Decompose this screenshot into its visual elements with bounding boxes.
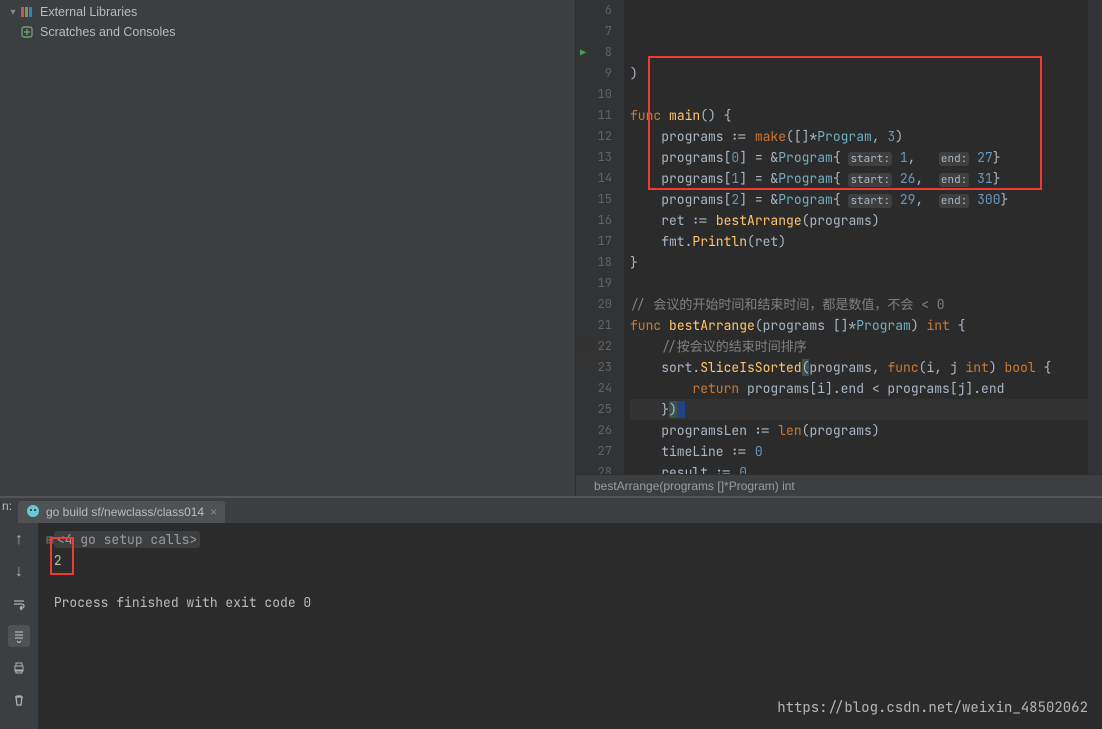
code-line[interactable] <box>630 273 1088 294</box>
code-line[interactable]: }) <box>630 399 1088 420</box>
code-line[interactable]: result := 0 <box>630 462 1088 474</box>
line-number[interactable]: 7 <box>576 21 612 42</box>
code-line[interactable]: fmt.Println(ret) <box>630 231 1088 252</box>
code-line[interactable]: ret := bestArrange(programs) <box>630 210 1088 231</box>
line-number[interactable]: 27 <box>576 441 612 462</box>
line-number[interactable]: 22 <box>576 336 612 357</box>
editor-scrollbar[interactable] <box>1088 0 1102 474</box>
go-icon <box>26 504 40 521</box>
down-arrow-icon[interactable]: ↓ <box>8 561 30 583</box>
line-number-gutter[interactable]: 678▶910111213141516171819202122232425262… <box>576 0 624 474</box>
line-number[interactable]: 17 <box>576 231 612 252</box>
line-number[interactable]: 15 <box>576 189 612 210</box>
code-editor[interactable]: 678▶910111213141516171819202122232425262… <box>576 0 1102 496</box>
line-number[interactable]: 25 <box>576 399 612 420</box>
soft-wrap-icon[interactable] <box>8 593 30 615</box>
line-number[interactable]: 16 <box>576 210 612 231</box>
line-number[interactable]: 24 <box>576 378 612 399</box>
line-number[interactable]: 23 <box>576 357 612 378</box>
trash-icon[interactable] <box>8 689 30 711</box>
code-line[interactable]: timeLine := 0 <box>630 441 1088 462</box>
code-area[interactable]: ) func main() { programs := make([]*Prog… <box>624 0 1088 474</box>
code-line[interactable]: func bestArrange(programs []*Program) in… <box>630 315 1088 336</box>
line-number[interactable]: 12 <box>576 126 612 147</box>
tree-item-external-libraries[interactable]: ▾ External Libraries <box>0 2 575 22</box>
console-line-output: 2 <box>46 550 1102 571</box>
code-line[interactable] <box>630 84 1088 105</box>
tree-item-label: External Libraries <box>40 5 137 19</box>
watermark: https://blog.csdn.net/weixin_48502062 <box>777 698 1088 719</box>
chevron-down-icon: ▾ <box>8 7 18 18</box>
line-number[interactable]: 20 <box>576 294 612 315</box>
code-line[interactable]: } <box>630 252 1088 273</box>
run-gutter-icon[interactable]: ▶ <box>576 42 586 63</box>
run-tab[interactable]: go build sf/newclass/class014 × <box>18 501 225 523</box>
code-line[interactable]: programsLen := len(programs) <box>630 420 1088 441</box>
scratch-icon <box>20 25 34 39</box>
run-tab-bar[interactable]: n: go build sf/newclass/class014 × <box>0 498 1102 523</box>
code-line[interactable]: programs[1] = &Program{ start: 26, end: … <box>630 168 1088 189</box>
console-toolbar[interactable]: ↑ ↓ <box>0 523 38 729</box>
project-tree[interactable]: ▾ External Libraries Scratches and Conso… <box>0 0 576 496</box>
code-line[interactable]: programs[2] = &Program{ start: 29, end: … <box>630 189 1088 210</box>
line-number[interactable]: 11 <box>576 105 612 126</box>
line-number[interactable]: 26 <box>576 420 612 441</box>
side-label: n: <box>2 499 12 513</box>
code-line[interactable]: // 会议的开始时间和结束时间，都是数值，不会 < 0 <box>630 294 1088 315</box>
line-number[interactable]: 9 <box>576 63 612 84</box>
line-number[interactable]: 8▶ <box>576 42 612 63</box>
folded-region[interactable]: <4 go setup calls> <box>54 531 200 548</box>
code-line[interactable]: sort.SliceIsSorted(programs, func(i, j i… <box>630 357 1088 378</box>
code-line[interactable]: programs[0] = &Program{ start: 1, end: 2… <box>630 147 1088 168</box>
console-output[interactable]: ⊞<4 go setup calls> 2 Process finished w… <box>38 523 1102 729</box>
breadcrumb[interactable]: bestArrange(programs []*Program) int <box>576 474 1102 496</box>
print-icon[interactable] <box>8 657 30 679</box>
close-icon[interactable]: × <box>210 505 217 519</box>
line-number[interactable]: 10 <box>576 84 612 105</box>
run-tool-window[interactable]: n: go build sf/newclass/class014 × ↑ ↓ <box>0 496 1102 729</box>
code-line[interactable]: //按会议的结束时间排序 <box>630 336 1088 357</box>
scroll-to-end-icon[interactable] <box>8 625 30 647</box>
line-number[interactable]: 19 <box>576 273 612 294</box>
line-number[interactable]: 6 <box>576 0 612 21</box>
code-line[interactable]: return programs[i].end < programs[j].end <box>630 378 1088 399</box>
up-arrow-icon[interactable]: ↑ <box>8 529 30 551</box>
code-line[interactable]: programs := make([]*Program, 3) <box>630 126 1088 147</box>
line-number[interactable]: 21 <box>576 315 612 336</box>
code-line[interactable]: func main() { <box>630 105 1088 126</box>
tree-item-scratches[interactable]: Scratches and Consoles <box>0 22 575 42</box>
console-exit-line: Process finished with exit code 0 <box>46 592 1102 613</box>
tree-item-label: Scratches and Consoles <box>40 25 176 39</box>
line-number[interactable]: 28 <box>576 462 612 474</box>
line-number[interactable]: 13 <box>576 147 612 168</box>
library-icon <box>20 5 34 19</box>
line-number[interactable]: 14 <box>576 168 612 189</box>
run-tab-label: go build sf/newclass/class014 <box>46 505 204 519</box>
line-number[interactable]: 18 <box>576 252 612 273</box>
code-line[interactable]: ) <box>630 63 1088 84</box>
